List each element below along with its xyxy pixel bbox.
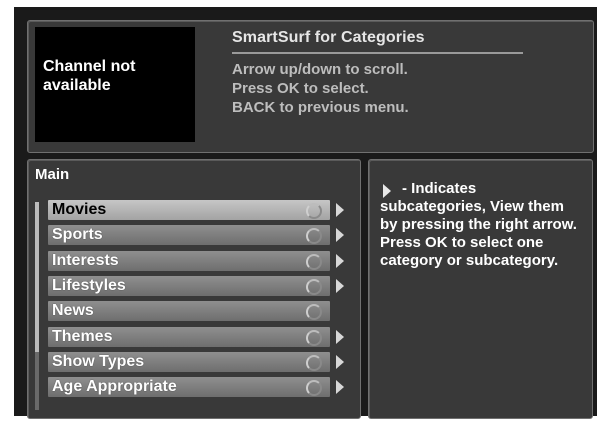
- category-item-label: Lifestyles: [52, 276, 126, 294]
- ring-icon: [306, 253, 322, 270]
- category-item[interactable]: Themes: [48, 326, 330, 347]
- ring-icon: [306, 203, 322, 219]
- ring-icon: [306, 380, 322, 397]
- subcategory-arrow-icon[interactable]: [336, 354, 344, 369]
- category-item[interactable]: Lifestyles: [48, 275, 330, 296]
- subcategory-arrow-icon[interactable]: [336, 380, 344, 395]
- category-item-label: Show Types: [52, 352, 145, 370]
- category-item[interactable]: Sports: [48, 225, 330, 246]
- ring-icon: [306, 354, 322, 371]
- subcategory-arrow-icon[interactable]: [336, 329, 344, 344]
- category-item-label: Movies: [52, 201, 107, 218]
- header-panel: Channel not available SmartSurf for Cate…: [27, 20, 594, 153]
- page-title: SmartSurf for Categories: [232, 29, 425, 46]
- instruction-scroll: Arrow up/down to scroll.: [232, 61, 408, 78]
- subcategory-arrow-icon[interactable]: [336, 278, 344, 293]
- ring-icon: [306, 228, 322, 245]
- right-triangle-icon: [383, 184, 391, 198]
- category-item-label: Themes: [52, 327, 113, 345]
- category-item[interactable]: Interests: [48, 250, 330, 271]
- subcategory-arrow-icon[interactable]: [336, 228, 344, 243]
- subcategory-arrow-icon[interactable]: [336, 203, 344, 217]
- help-indicator-text: - Indicates: [402, 180, 477, 197]
- subcategory-arrow-icon[interactable]: [336, 253, 344, 268]
- video-status-message: Channel not available: [43, 58, 136, 94]
- ring-icon: [306, 329, 322, 346]
- category-item-label: Sports: [52, 226, 103, 244]
- category-item[interactable]: News: [48, 301, 330, 322]
- instruction-select: Press OK to select.: [232, 80, 369, 97]
- category-item[interactable]: Movies: [48, 200, 330, 220]
- category-item-label: Age Appropriate: [52, 378, 177, 396]
- category-item[interactable]: Age Appropriate: [48, 377, 330, 398]
- video-preview: Channel not available: [35, 27, 195, 142]
- ring-icon: [306, 278, 322, 295]
- category-item-label: Interests: [52, 251, 119, 269]
- category-item-label: News: [52, 302, 94, 320]
- category-item[interactable]: Show Types: [48, 351, 330, 372]
- menu-title: Main: [35, 166, 70, 183]
- help-panel: - Indicates subcategories, View them by …: [368, 159, 593, 419]
- scrollbar-thumb[interactable]: [35, 202, 39, 352]
- title-divider: [232, 52, 523, 54]
- category-menu-panel: Main Movies Sports Interests Lifestyles News…: [27, 159, 361, 419]
- ring-icon: [306, 304, 322, 321]
- help-description: subcategories, View them by pressing the…: [380, 198, 577, 269]
- instruction-back: BACK to previous menu.: [232, 99, 409, 116]
